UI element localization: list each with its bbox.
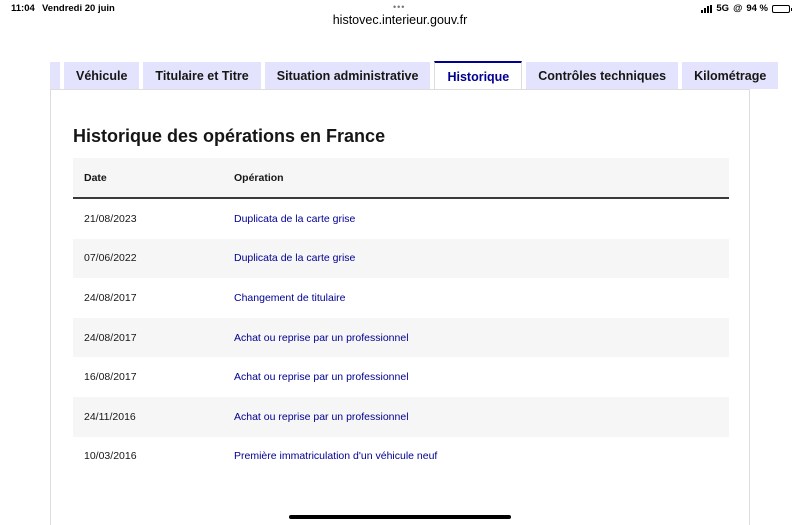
table-row: 16/08/2017 Achat ou reprise par un profes… bbox=[73, 357, 729, 397]
table-row: 10/03/2016 Première immatriculation d'un … bbox=[73, 437, 729, 477]
row-date: 16/08/2017 bbox=[84, 371, 137, 384]
operation-link[interactable]: Achat ou reprise par un professionnel bbox=[234, 411, 409, 423]
row-date: 24/11/2016 bbox=[84, 410, 136, 423]
operation-link[interactable]: Achat ou reprise par un professionnel bbox=[234, 332, 409, 344]
url-bar[interactable]: histovec.interieur.gouv.fr bbox=[0, 13, 800, 27]
tab-panel: Historique des opérations en France Date… bbox=[50, 89, 750, 525]
header-date: Date bbox=[84, 171, 107, 184]
history-table: Date Opération 21/08/2023 Duplicata de la… bbox=[73, 158, 729, 476]
url-text: histovec.interieur.gouv.fr bbox=[332, 13, 468, 27]
row-date: 10/03/2016 bbox=[84, 450, 137, 463]
table-row: 24/11/2016 Achat ou reprise par un profes… bbox=[73, 396, 729, 437]
table-header: Date Opération bbox=[73, 158, 729, 199]
multitasking-dots-icon[interactable]: ••• bbox=[393, 2, 405, 12]
table-row: 24/08/2017 Achat ou reprise par un profes… bbox=[73, 317, 729, 358]
operation-link[interactable]: Changement de titulaire bbox=[234, 292, 346, 304]
tab-controles-techniques[interactable]: Contrôles techniques bbox=[526, 62, 679, 89]
table-row: 07/06/2022 Duplicata de la carte grise bbox=[73, 238, 729, 279]
row-operation-cell: Achat ou reprise par un professionnel bbox=[234, 371, 729, 383]
operation-link[interactable]: Duplicata de la carte grise bbox=[234, 252, 355, 264]
operation-link[interactable]: Première immatriculation d'un véhicule n… bbox=[234, 450, 437, 462]
tab-titulaire-et-titre[interactable]: Titulaire et Titre bbox=[143, 62, 261, 89]
row-operation-cell: Changement de titulaire bbox=[234, 292, 729, 304]
tab-spacer bbox=[50, 62, 60, 89]
tab-vehicule[interactable]: Véhicule bbox=[64, 62, 140, 89]
table-body: 21/08/2023 Duplicata de la carte grise 07/… bbox=[73, 199, 729, 476]
operation-link[interactable]: Achat ou reprise par un professionnel bbox=[234, 371, 409, 383]
row-date: 24/08/2017 bbox=[84, 331, 137, 344]
row-operation-cell: Première immatriculation d'un véhicule n… bbox=[234, 450, 729, 462]
row-operation-cell: Duplicata de la carte grise bbox=[234, 213, 729, 225]
home-indicator[interactable] bbox=[289, 515, 511, 519]
cellular-signal-icon bbox=[701, 4, 713, 13]
row-operation-cell: Achat ou reprise par un professionnel bbox=[234, 411, 729, 423]
table-row: 24/08/2017 Changement de titulaire bbox=[73, 278, 729, 318]
header-operation: Opération bbox=[234, 171, 284, 184]
row-operation-cell: Achat ou reprise par un professionnel bbox=[234, 332, 729, 344]
tab-historique[interactable]: Historique bbox=[434, 61, 523, 90]
tab-situation-administrative[interactable]: Situation administrative bbox=[264, 62, 431, 89]
table-row: 21/08/2023 Duplicata de la carte grise bbox=[73, 199, 729, 239]
row-date: 24/08/2017 bbox=[84, 291, 137, 304]
row-operation-cell: Duplicata de la carte grise bbox=[234, 252, 729, 264]
operation-link[interactable]: Duplicata de la carte grise bbox=[234, 213, 355, 225]
row-date: 07/06/2022 bbox=[84, 252, 137, 265]
section-title: Historique des opérations en France bbox=[73, 126, 386, 146]
tab-bar: Véhicule Titulaire et Titre Situation ad… bbox=[50, 61, 779, 90]
battery-icon bbox=[772, 4, 792, 13]
row-date: 21/08/2023 bbox=[84, 212, 137, 225]
tab-kilometrage[interactable]: Kilométrage bbox=[682, 62, 779, 89]
